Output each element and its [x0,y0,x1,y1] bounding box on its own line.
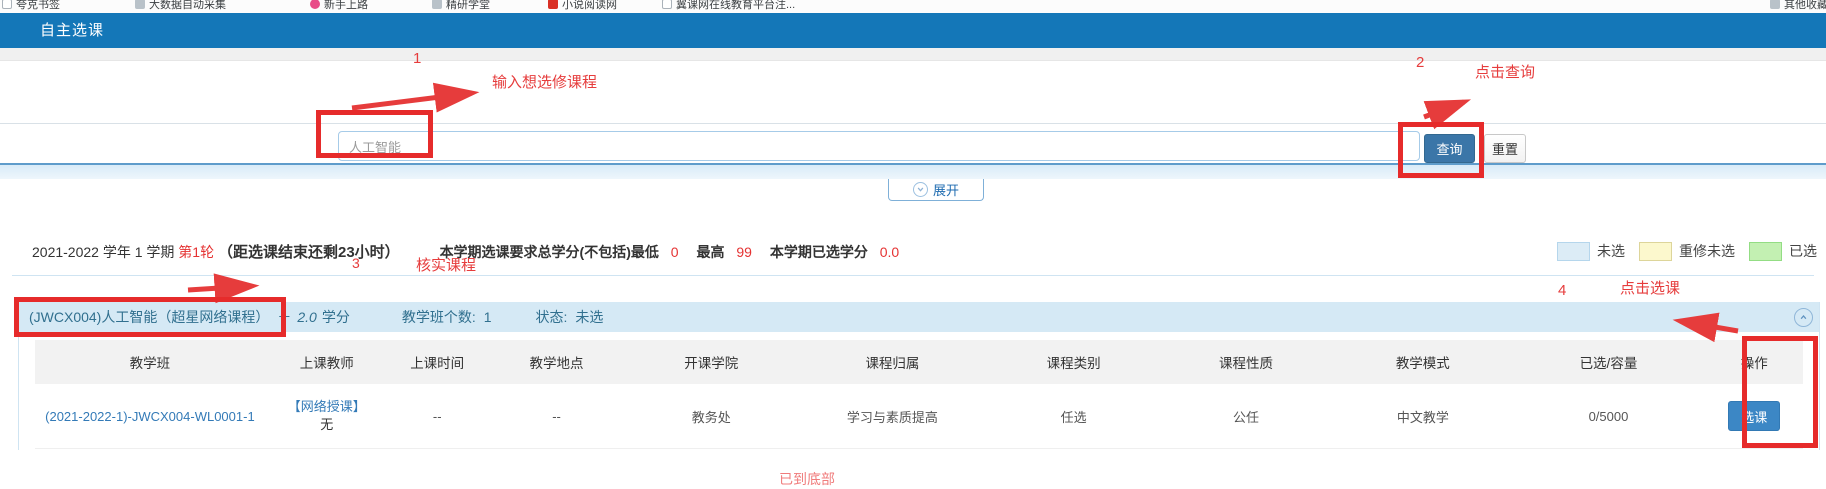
bookmark-label: 小说阅读网 [562,0,617,12]
separator-line [12,275,1814,276]
legend-unselected-swatch [1557,242,1590,261]
legend-retake-label: 重修未选 [1679,241,1735,261]
annotation-step4-number: 4 [1558,282,1566,299]
expand-label: 展开 [933,180,959,199]
bookmark-label: 新手上路 [324,0,368,12]
class-table: 教学班 上课教师 上课时间 教学地点 开课学院 课程归属 课程类别 课程性质 教… [35,340,1803,449]
other-bookmarks[interactable]: 其他收藏 [1770,0,1826,12]
bookmark-favicon-icon [310,0,320,9]
bookmark-item[interactable]: 精研学堂 [432,0,490,12]
course-status-value: 未选 [575,307,603,327]
col-header-category: 课程类别 [990,352,1158,372]
cell-teaching-mode: 中文教学 [1334,407,1511,426]
legend-unselected-label: 未选 [1597,241,1625,261]
bookmark-favicon-icon [432,0,442,9]
col-header-action: 操作 [1706,352,1803,372]
course-panel: (JWCX004)人工智能（超星网络课程） － 2.0 学分 教学班个数: 1 … [18,302,1820,450]
teacher-tag: 【网络授课】 [265,398,389,416]
chosen-credits: 0.0 [880,244,899,260]
arrow-step1 [352,93,472,108]
annotation-step1-label: 输入想选修课程 [492,71,597,92]
cell-capacity: 0/5000 [1511,409,1705,424]
class-count-value: 1 [484,309,492,325]
end-of-list-text: 已到底部 [779,469,835,489]
table-row: (2021-2022-1)-JWCX004-WL0001-1 【网络授课】 无 … [35,384,1803,449]
reset-button[interactable]: 重置 [1484,134,1526,163]
course-search-input[interactable] [338,131,1420,161]
min-credits: 0 [671,244,679,260]
course-credits-unit: 学分 [322,307,350,327]
cell-belonging: 学习与素质提高 [795,407,989,426]
bookmark-label: 翼课网在线教育平台注... [676,0,795,12]
search-panel-top-border [0,123,1826,124]
bookmark-label: 夸克书签 [16,0,60,12]
bookmarks-bar: 夸克书签 大数据自动采集 新手上路 精研学堂 小说阅读网 翼课网在线教育平台注.… [0,0,1826,13]
cell-college: 教务处 [627,407,795,426]
col-header-teacher: 上课教师 [265,352,389,372]
folder-icon [1770,0,1780,9]
legend-selected-swatch [1749,242,1782,261]
semester-info: 2021-2022 学年 1 学期 第1轮 （距选课结束还剩23小时） 本学期选… [32,241,899,262]
cell-time: -- [389,409,486,424]
annotation-step2-label: 点击查询 [1475,61,1535,82]
col-header-class: 教学班 [35,352,265,372]
bookmark-item[interactable]: 夸克书签 [2,0,60,12]
annotation-step4-label: 点击选课 [1620,277,1680,298]
course-status-label: 状态: [536,307,568,327]
legend-selected-label: 已选 [1789,241,1817,261]
arrow-step3 [188,286,252,290]
app-header: 自主选课 [0,13,1826,48]
col-header-mode: 教学模式 [1334,352,1511,372]
col-header-time: 上课时间 [389,352,486,372]
course-title-separator: － [277,307,291,327]
countdown: （距选课结束还剩23小时） [218,244,400,261]
expand-toggle[interactable]: 展开 [888,179,984,201]
other-bookmarks-label: 其他收藏 [1784,0,1826,12]
page-title: 自主选课 [40,13,104,48]
semester-round: 第1轮 [178,244,214,260]
chevron-down-icon [913,182,928,197]
cell-location: -- [486,409,627,424]
col-header-college: 开课学院 [627,352,795,372]
bookmark-label: 大数据自动采集 [149,0,226,12]
legend-retake-swatch [1639,242,1672,261]
col-header-capacity: 已选/容量 [1511,352,1705,372]
bookmark-favicon-icon [548,0,558,9]
cell-nature: 公任 [1158,407,1335,426]
col-header-belonging: 课程归属 [795,352,989,372]
max-credits-label: 最高 [696,244,724,260]
bookmark-favicon-icon [662,0,672,9]
chosen-credits-label: 本学期已选学分 [770,244,868,260]
bookmark-favicon-icon [135,0,145,9]
cell-category: 任选 [990,407,1158,426]
query-button[interactable]: 查询 [1424,134,1475,163]
credit-requirement-label: 本学期选课要求总学分(不包括)最低 [440,244,659,260]
course-title: (JWCX004)人工智能（超星网络课程） [29,307,269,327]
bookmark-label: 精研学堂 [446,0,490,12]
col-header-location: 教学地点 [486,352,627,372]
max-credits: 99 [736,244,752,260]
table-header-row: 教学班 上课教师 上课时间 教学地点 开课学院 课程归属 课程类别 课程性质 教… [35,340,1803,384]
arrow-step2 [1424,102,1464,117]
bookmark-item[interactable]: 小说阅读网 [548,0,617,12]
class-count-label: 教学班个数: [402,307,476,327]
panel-footer-band [0,163,1826,179]
col-header-nature: 课程性质 [1158,352,1335,372]
teacher-name: 无 [265,416,389,434]
course-header-band[interactable]: (JWCX004)人工智能（超星网络课程） － 2.0 学分 教学班个数: 1 … [19,302,1819,332]
status-legend: 未选 重修未选 已选 [1557,241,1817,261]
bookmark-item[interactable]: 新手上路 [310,0,368,12]
class-code-link[interactable]: (2021-2022-1)-JWCX004-WL0001-1 [45,409,255,424]
bookmark-favicon-icon [2,0,12,9]
course-credits: 2.0 [297,309,316,325]
collapse-chevron-up-icon[interactable] [1794,308,1813,327]
bookmark-item[interactable]: 大数据自动采集 [135,0,226,12]
semester-term: 2021-2022 学年 1 学期 [32,244,174,260]
bookmark-item[interactable]: 翼课网在线教育平台注... [662,0,795,12]
select-course-button[interactable]: 选课 [1728,401,1780,431]
header-substrip [0,48,1826,61]
